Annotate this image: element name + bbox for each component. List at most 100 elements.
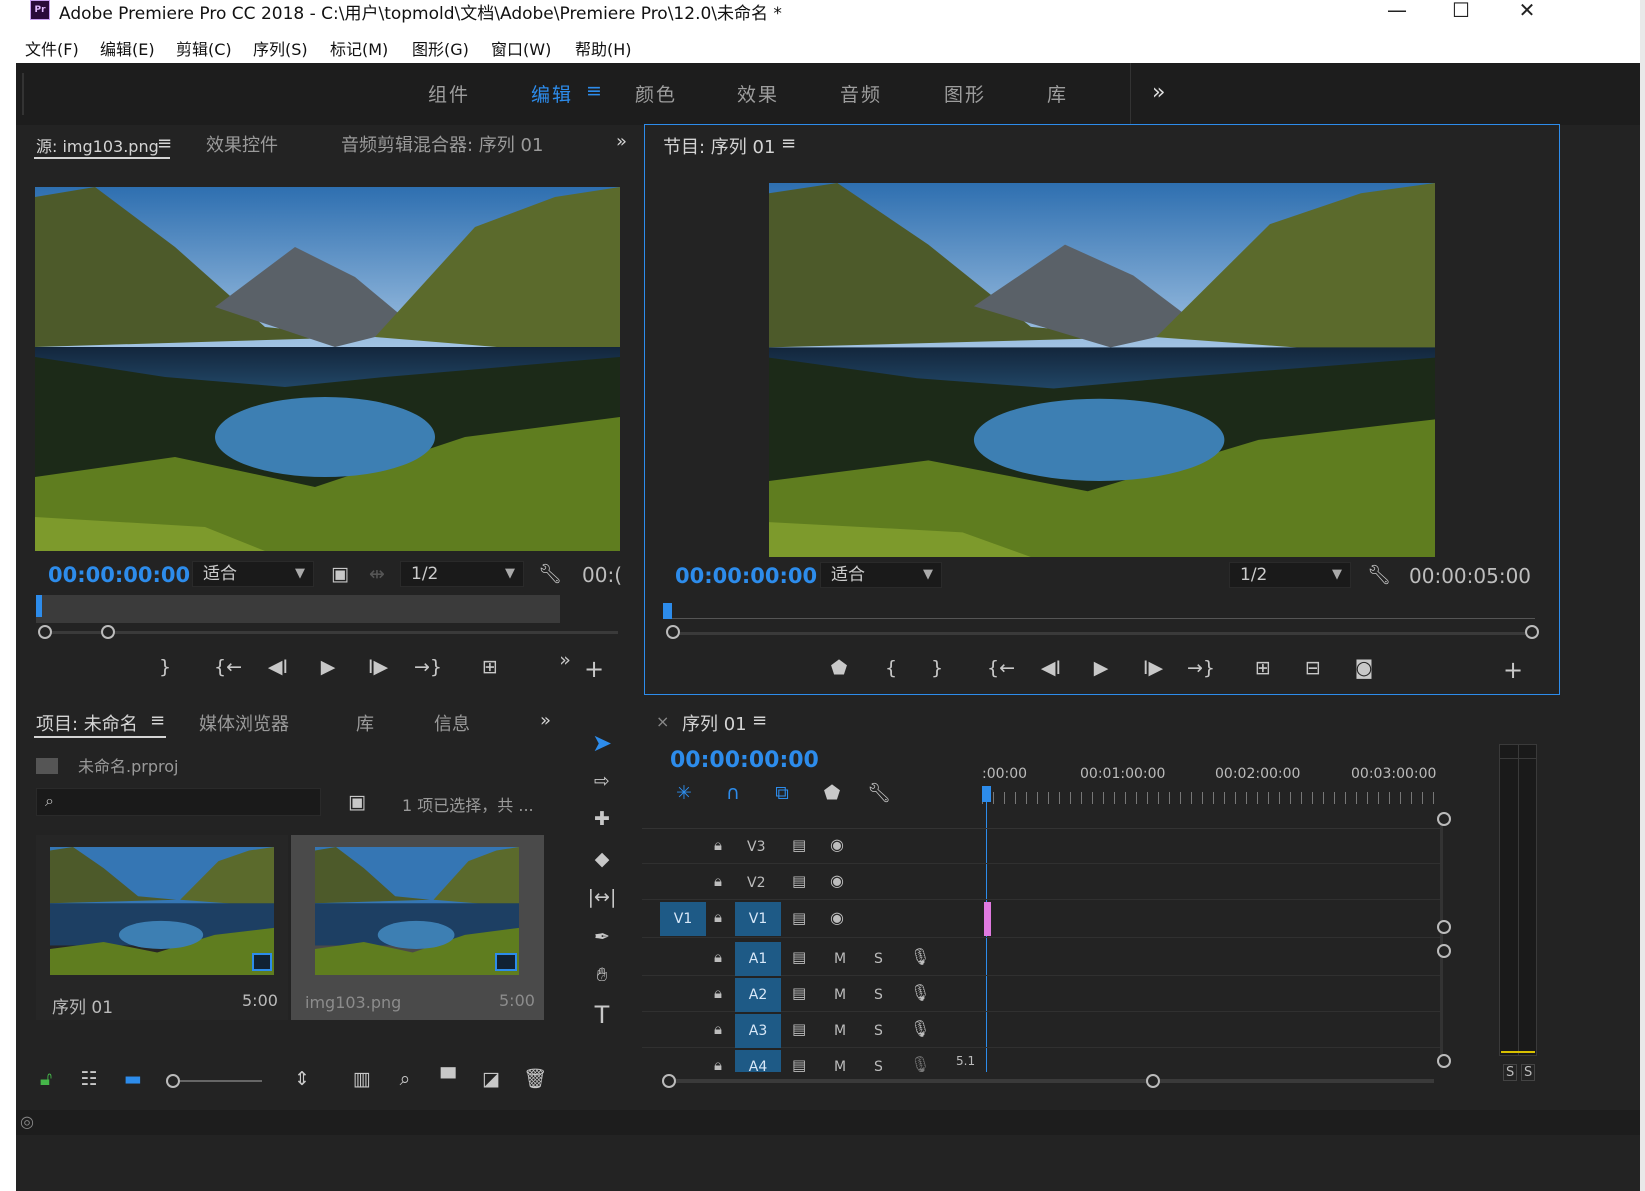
timeline-tab-menu-icon[interactable]: ≡ bbox=[752, 710, 767, 731]
project-item-image[interactable]: img103.png 5:00 bbox=[291, 835, 544, 1020]
microphone-icon[interactable]: 🎙︎ bbox=[910, 947, 930, 966]
track-name[interactable]: A2 bbox=[735, 978, 781, 1012]
horizontal-zoom-bar[interactable] bbox=[668, 1079, 1434, 1083]
track-lock-icon[interactable]: 🔒︎ bbox=[714, 984, 722, 1002]
clip-marker[interactable] bbox=[984, 902, 991, 936]
solo-button[interactable]: S bbox=[874, 1023, 883, 1039]
program-title[interactable]: 节目: 序列 01 bbox=[663, 133, 775, 159]
tab-info[interactable]: 信息 bbox=[434, 710, 470, 736]
mute-button[interactable]: M bbox=[834, 1023, 846, 1039]
drag-audio-only-icon[interactable]: ⇹ bbox=[361, 559, 393, 589]
drag-video-only-icon[interactable]: ▣ bbox=[324, 559, 356, 589]
h-zoom-handle-left[interactable] bbox=[662, 1074, 676, 1088]
project-search-input[interactable]: ⌕ bbox=[36, 788, 321, 816]
track-lock-icon[interactable]: 🔒︎ bbox=[714, 872, 722, 890]
source-playhead[interactable] bbox=[36, 595, 42, 617]
menu-clip[interactable]: 剪辑(C) bbox=[176, 36, 232, 60]
source-more-buttons-icon[interactable]: » bbox=[549, 645, 581, 675]
add-marker-icon[interactable]: ⬟ bbox=[823, 653, 855, 683]
eye-icon[interactable]: ◉ bbox=[830, 908, 844, 927]
program-tab-menu-icon[interactable]: ≡ bbox=[781, 133, 796, 154]
ripple-edit-tool-icon[interactable]: ✚ bbox=[586, 804, 618, 834]
add-marker-icon[interactable]: ⬟ bbox=[816, 778, 848, 808]
menu-graphics[interactable]: 图形(G) bbox=[412, 36, 469, 60]
step-forward-icon[interactable]: I▶ bbox=[1137, 653, 1169, 683]
source-time-ruler[interactable] bbox=[36, 595, 560, 623]
zoom-slider[interactable] bbox=[174, 1080, 262, 1082]
razor-tool-icon[interactable]: ◆ bbox=[586, 844, 618, 874]
track-a4[interactable]: 🔒︎ A4 ▤ M S 🎙︎ 5.1 bbox=[642, 1050, 1442, 1072]
sync-lock-icon[interactable]: ▤ bbox=[792, 1056, 806, 1072]
program-fit-dropdown[interactable]: 适合 ▼ bbox=[820, 562, 942, 588]
icon-view-icon[interactable]: ▬ bbox=[117, 1064, 149, 1094]
track-a3[interactable]: 🔒︎ A3 ▤ M S 🎙︎ bbox=[642, 1014, 1442, 1048]
play-icon[interactable]: ▶ bbox=[1085, 653, 1117, 683]
sync-lock-icon[interactable]: ▤ bbox=[792, 1020, 806, 1038]
source-resolution-dropdown[interactable]: 1/2 ▼ bbox=[400, 561, 524, 587]
export-frame-camera-icon[interactable]: ◙ bbox=[1348, 653, 1380, 683]
linked-selection-icon[interactable]: ⧉ bbox=[766, 778, 798, 808]
track-a1[interactable]: 🔒︎ A1 ▤ M S 🎙︎ bbox=[642, 942, 1442, 976]
zoom-slider-handle[interactable] bbox=[166, 1074, 180, 1088]
v-scroll-handle-audio[interactable] bbox=[1437, 944, 1451, 958]
track-lock-icon[interactable]: 🔒︎ bbox=[714, 1020, 722, 1038]
track-v2[interactable]: 🔒︎ V2 ▤ ◉ bbox=[642, 866, 1442, 900]
timeline-title[interactable]: 序列 01 bbox=[682, 710, 747, 736]
source-add-button-icon[interactable]: + bbox=[578, 654, 610, 684]
trash-icon[interactable]: 🗑︎ bbox=[519, 1064, 551, 1094]
pen-tool-icon[interactable]: ✒ bbox=[586, 922, 618, 952]
program-resolution-dropdown[interactable]: 1/2 ▼ bbox=[1229, 562, 1351, 588]
sync-lock-icon[interactable]: ▤ bbox=[792, 948, 806, 966]
track-lock-icon[interactable]: 🔒︎ bbox=[714, 948, 722, 966]
solo-right-button[interactable]: S bbox=[1521, 1064, 1536, 1081]
mark-out-icon[interactable]: } bbox=[149, 652, 181, 682]
mute-button[interactable]: M bbox=[834, 1059, 846, 1072]
track-name[interactable]: A1 bbox=[735, 942, 781, 976]
microphone-icon[interactable]: 🎙︎ bbox=[910, 1055, 930, 1072]
project-tab-menu-icon[interactable]: ≡ bbox=[150, 710, 165, 731]
mute-button[interactable]: M bbox=[834, 951, 846, 967]
menu-edit[interactable]: 编辑(E) bbox=[100, 36, 155, 60]
timeline-ruler-ticks[interactable] bbox=[982, 792, 1437, 804]
workspace-assembly[interactable]: 组件 bbox=[428, 80, 470, 107]
track-lock-icon[interactable]: 🔒︎ bbox=[714, 836, 722, 854]
source-zoom-bar[interactable] bbox=[50, 631, 618, 634]
menu-window[interactable]: 窗口(W) bbox=[491, 36, 551, 60]
workspace-editing[interactable]: 编辑 bbox=[531, 80, 573, 107]
workspace-libraries[interactable]: 库 bbox=[1047, 80, 1068, 107]
program-time-ruler[interactable] bbox=[665, 605, 1535, 619]
timeline-playhead-timecode[interactable]: 00:00:00:00 bbox=[670, 748, 819, 773]
track-lock-icon[interactable]: 🔒︎ bbox=[714, 1056, 722, 1072]
tab-source[interactable]: 源: img103.png bbox=[36, 133, 159, 157]
sync-lock-icon[interactable]: ▤ bbox=[792, 984, 806, 1002]
menu-help[interactable]: 帮助(H) bbox=[575, 36, 632, 60]
tab-media-browser[interactable]: 媒体浏览器 bbox=[199, 710, 289, 736]
microphone-icon[interactable]: 🎙︎ bbox=[910, 983, 930, 1002]
slip-tool-icon[interactable]: |↔| bbox=[586, 882, 618, 912]
microphone-icon[interactable]: 🎙︎ bbox=[910, 1019, 930, 1038]
selection-tool-icon[interactable]: ➤ bbox=[586, 728, 618, 758]
program-zoom-handle-right[interactable] bbox=[1525, 625, 1539, 639]
h-zoom-handle-right[interactable] bbox=[1146, 1074, 1160, 1088]
close-timeline-icon[interactable]: × bbox=[656, 712, 669, 731]
extract-icon[interactable]: ⊟ bbox=[1297, 653, 1329, 683]
solo-button[interactable]: S bbox=[874, 987, 883, 1003]
insert-icon[interactable]: ⊞ bbox=[474, 652, 506, 682]
menu-marker[interactable]: 标记(M) bbox=[330, 36, 388, 60]
workspace-menu-icon[interactable]: ≡ bbox=[586, 80, 602, 102]
program-playhead[interactable] bbox=[663, 603, 672, 619]
workspace-overflow-button[interactable]: » bbox=[1152, 80, 1167, 105]
new-bin-folder-icon[interactable]: ▀ bbox=[432, 1064, 464, 1094]
go-to-in-icon[interactable]: {← bbox=[985, 653, 1017, 683]
program-playhead-timecode[interactable]: 00:00:00:00 bbox=[675, 564, 817, 588]
program-zoom-handle-left[interactable] bbox=[666, 625, 680, 639]
v-scroll-handle-top[interactable] bbox=[1437, 812, 1451, 826]
lock-icon[interactable]: 🔓︎ bbox=[30, 1064, 62, 1094]
hand-tool-icon[interactable]: ✋︎ bbox=[586, 960, 618, 990]
workspace-audio[interactable]: 音频 bbox=[840, 80, 882, 107]
track-a2[interactable]: 🔒︎ A2 ▤ M S 🎙︎ bbox=[642, 978, 1442, 1012]
source-overflow-button[interactable]: » bbox=[616, 131, 627, 152]
program-zoom-bar[interactable] bbox=[675, 632, 1533, 635]
step-forward-icon[interactable]: I▶ bbox=[362, 652, 394, 682]
track-v1[interactable]: V1 🔒︎ V1 ▤ ◉ bbox=[642, 902, 1442, 938]
